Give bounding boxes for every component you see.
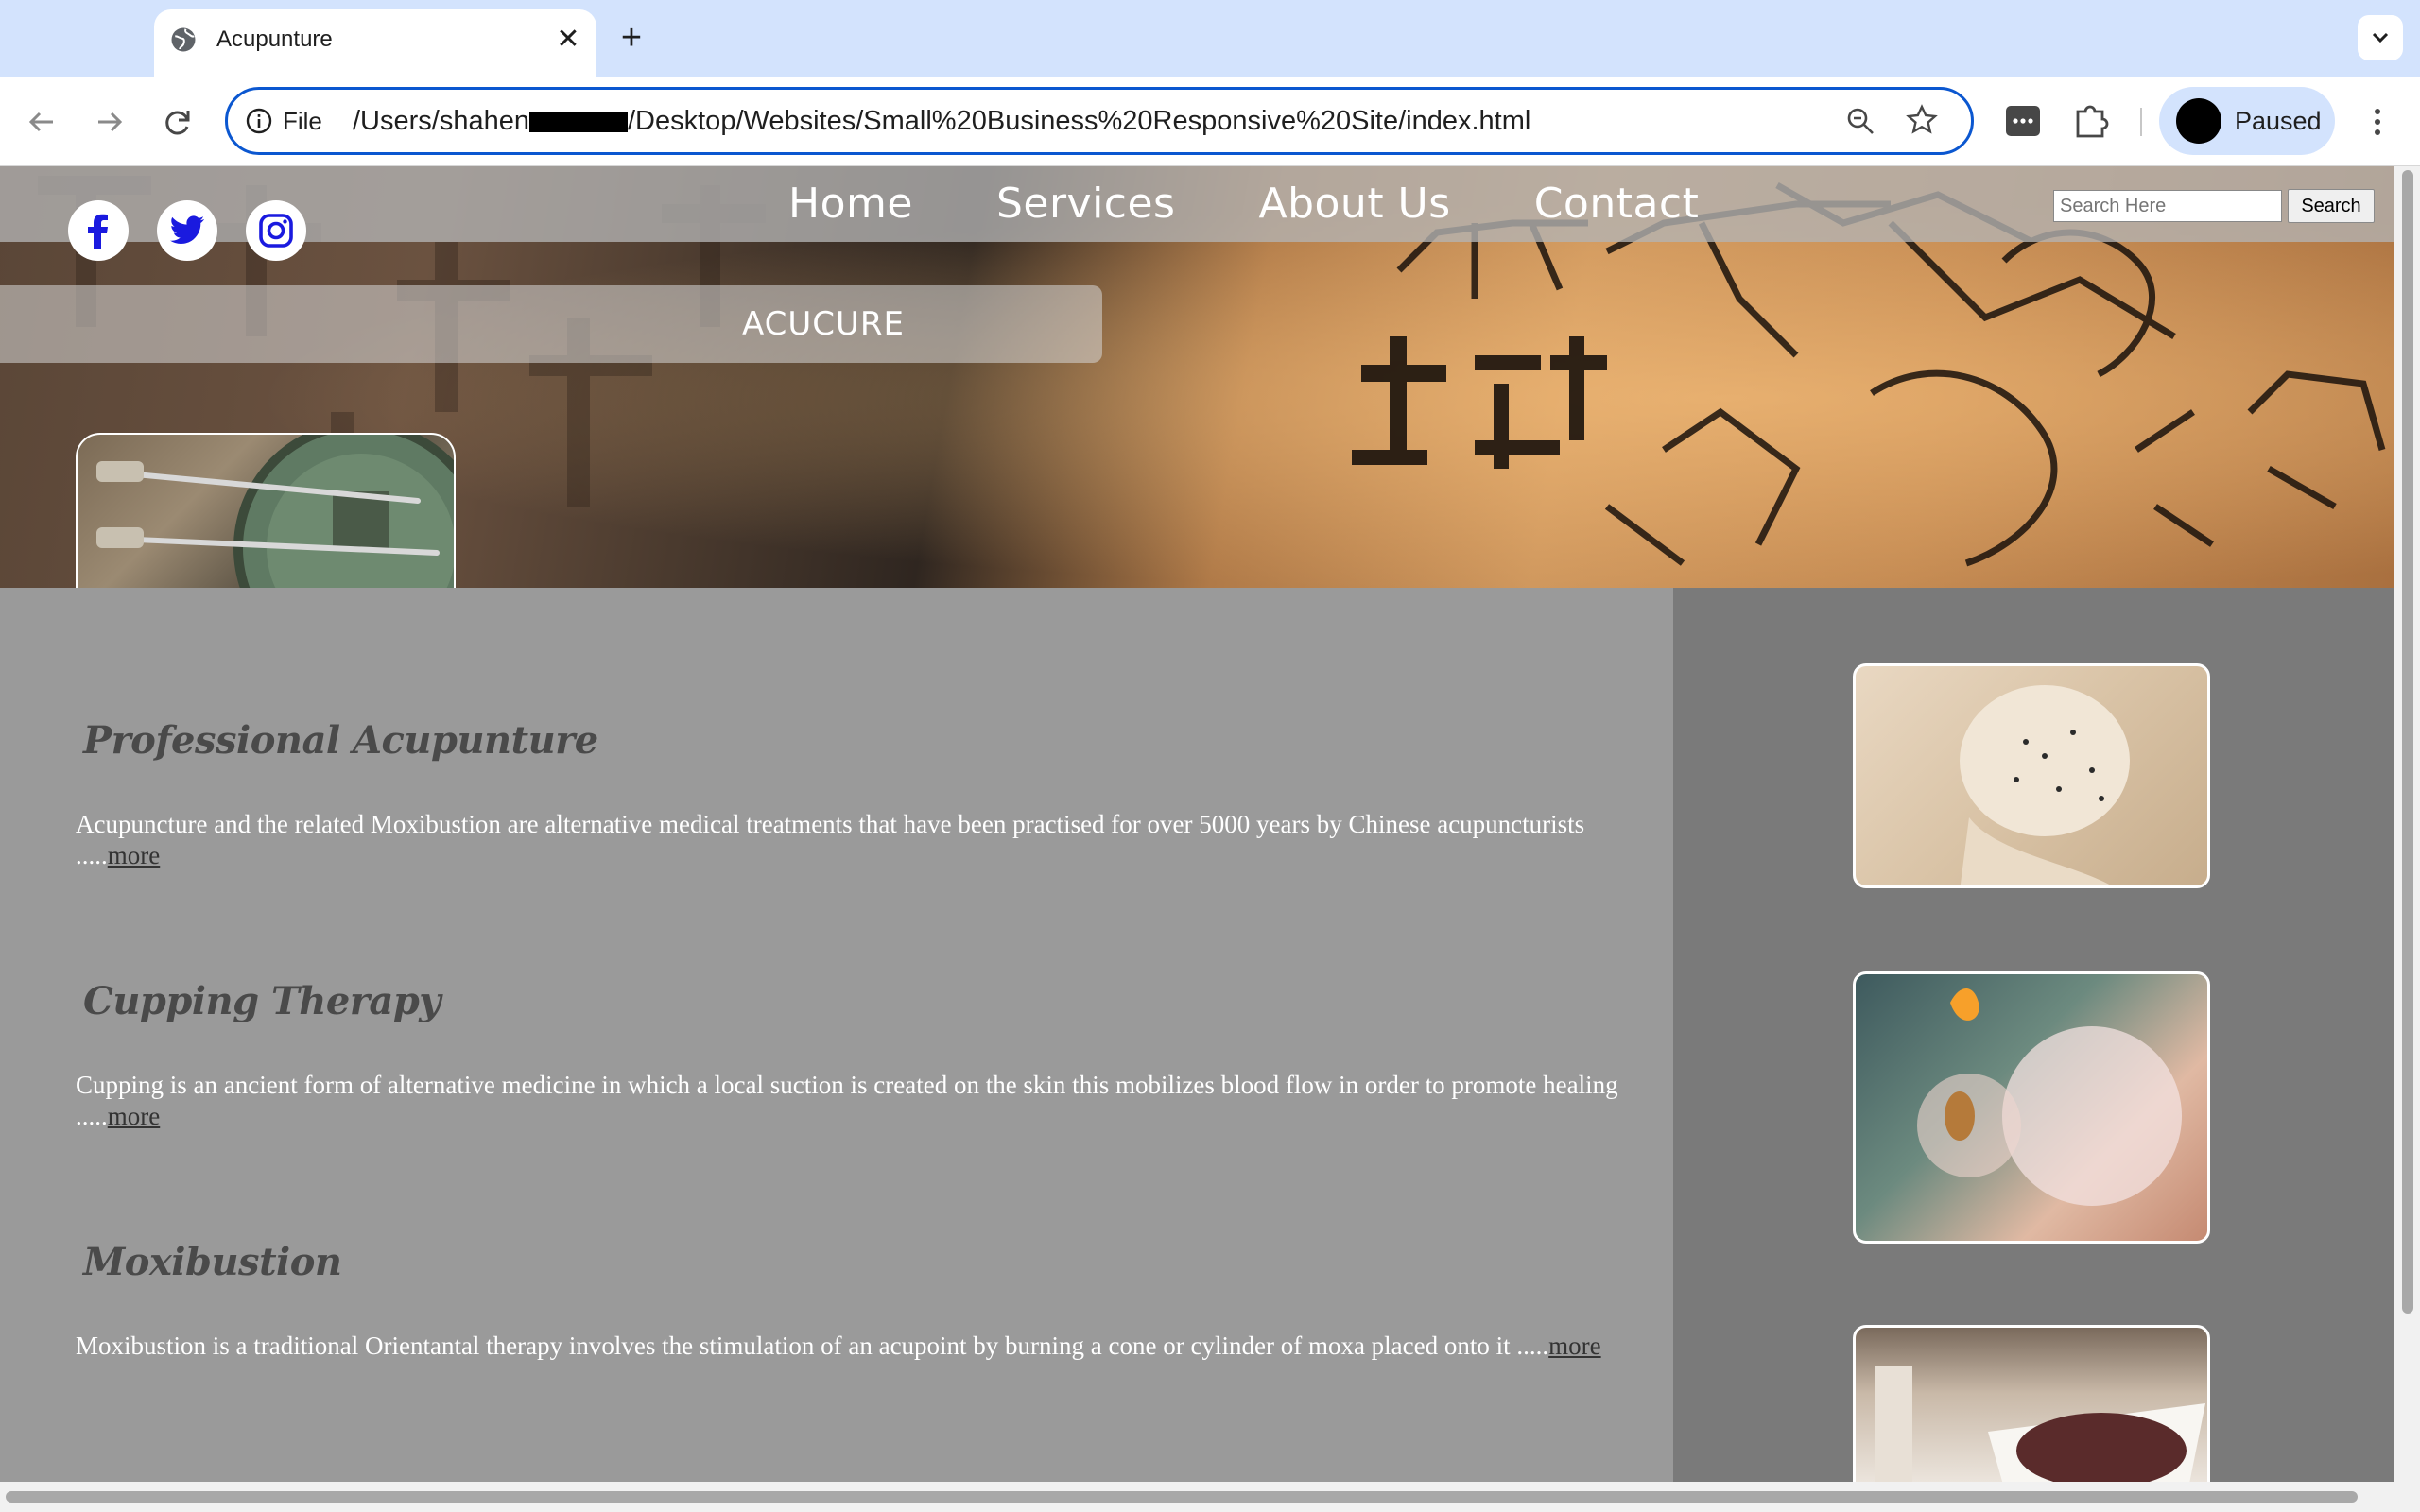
scrollbar-thumb[interactable] [6,1491,2358,1503]
search-input[interactable] [2053,190,2282,222]
nav-home[interactable]: Home [747,166,955,242]
address-scheme: File [283,107,322,135]
info-icon[interactable] [245,107,273,135]
new-tab-button[interactable]: + [613,19,650,57]
more-link[interactable]: more [1548,1332,1600,1360]
horizontal-scrollbar[interactable] [0,1482,2420,1512]
browser-toolbar: File /Users/shahen/Desktop/Websites/Smal… [0,77,2420,166]
scrollbar-thumb[interactable] [2402,170,2413,1314]
profile-button[interactable]: Paused [2159,87,2335,155]
main-nav: Home Services About Us Contact [747,166,1740,242]
puzzle-icon[interactable] [2070,100,2112,142]
back-button[interactable] [19,98,66,146]
facebook-link[interactable] [68,200,129,261]
nav-services[interactable]: Services [955,166,1218,242]
head-model-illustration [1960,685,2130,885]
cupping-illustration [1917,988,2182,1206]
redaction-bar [529,112,628,133]
reload-button[interactable] [154,98,201,146]
arrow-right-icon [98,112,123,132]
section-title-moxibustion: Moxibustion [83,1240,342,1284]
section-title-acupuncture: Professional Acupunture [83,718,598,763]
more-link[interactable]: more [108,841,160,869]
section-body: Moxibustion is a traditional Orientantal… [76,1332,1549,1360]
brand-banner: ACUCURE [0,285,1102,363]
address-bar[interactable]: File /Users/shahen/Desktop/Websites/Smal… [225,87,1974,155]
twitter-icon [170,215,204,244]
close-tab-icon[interactable]: ✕ [551,23,585,57]
cupping-therapy-image [1853,971,2210,1244]
section-title-cupping: Cupping Therapy [83,979,441,1023]
address-prefix: /Users/shahen [353,106,529,136]
site-navbar: Home Services About Us Contact Search [0,166,2394,261]
browser-tab[interactable]: Acupunture ✕ [154,9,596,77]
section-body: Cupping is an ancient form of alternativ… [76,1071,1618,1130]
forward-button[interactable] [85,98,132,146]
kebab-menu-icon [2375,109,2380,135]
browser-menu-button[interactable] [2363,98,2392,146]
twitter-link[interactable] [157,200,217,261]
brand-name: ACUCURE [741,305,906,343]
search-button[interactable]: Search [2288,189,2375,223]
arrow-left-icon [28,112,53,132]
extension-dots-icon[interactable] [2002,100,2044,142]
moxa-bowl-illustration [1875,1366,2205,1482]
reload-icon [165,111,190,135]
instagram-link[interactable] [246,200,306,261]
nav-about-us[interactable]: About Us [1217,166,1492,242]
tab-strip: Acupunture ✕ + [0,0,2420,77]
more-link[interactable]: more [108,1102,160,1130]
section-text-cupping: Cupping is an ancient form of alternativ… [76,1070,1626,1132]
section-body: Acupuncture and the related Moxibustion … [76,810,1585,869]
section-text-acupuncture: Acupuncture and the related Moxibustion … [76,809,1626,871]
page-viewport: Home Services About Us Contact Search AC… [0,166,2394,1482]
address-url[interactable]: /Users/shahen/Desktop/Websites/Small%20B… [353,90,1530,152]
profile-status: Paused [2235,107,2322,135]
globe-icon [171,27,196,52]
instagram-icon [259,214,293,248]
section-text-moxibustion: Moxibustion is a traditional Orientantal… [76,1331,1626,1362]
address-suffix: /Desktop/Websites/Small%20Business%20Res… [628,106,1531,136]
toolbar-separator [2140,108,2142,136]
acupuncture-head-model-image [1853,663,2210,888]
facebook-icon [88,214,108,249]
zoom-icon[interactable] [1844,105,1876,137]
avatar [2176,98,2221,144]
nav-contact[interactable]: Contact [1493,166,1741,242]
chevron-down-icon [2372,32,2389,43]
bookmark-star-icon[interactable] [1905,103,1939,137]
moxibustion-image [1853,1325,2210,1482]
tab-search-button[interactable] [2358,15,2403,60]
tab-title: Acupunture [216,26,333,52]
vertical-scrollbar[interactable] [2394,166,2420,1482]
